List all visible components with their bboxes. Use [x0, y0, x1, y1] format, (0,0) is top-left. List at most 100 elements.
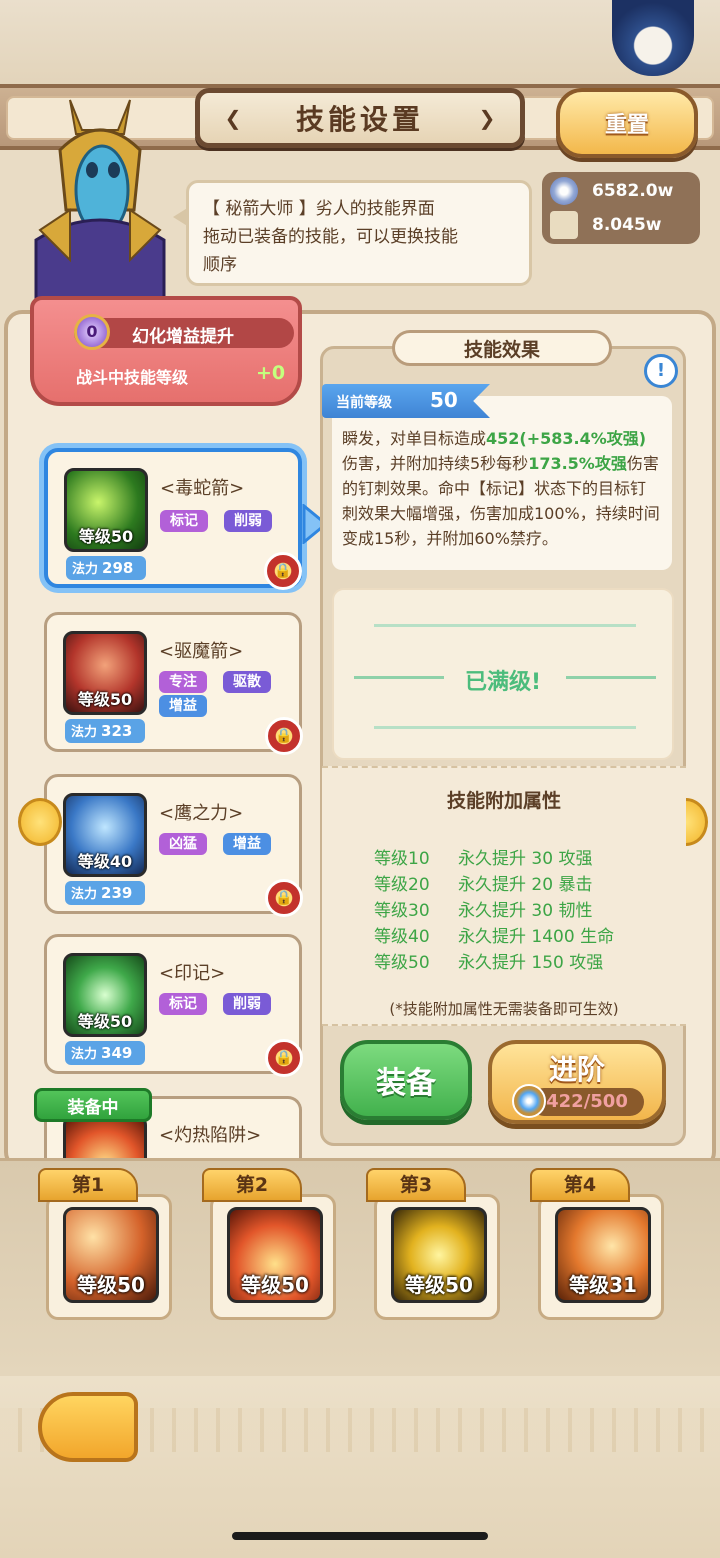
mark-icon: 等级50	[63, 953, 147, 1037]
skill-tag: 削弱	[223, 993, 271, 1015]
skill-name: <印记>	[159, 963, 226, 984]
equip-button[interactable]: 装备	[340, 1040, 472, 1120]
attribute-row: 等级20 永久提升 20 暴击	[374, 870, 674, 896]
slot-level: 等级50	[241, 1273, 309, 1297]
lock-icon[interactable]: 🔒	[265, 717, 303, 755]
hero-character-icon	[34, 99, 166, 300]
slot-skill-icon: 等级31	[555, 1207, 651, 1303]
slot-skill-icon: 等级50	[391, 1207, 487, 1303]
current-level-ribbon: 当前等级 50	[322, 384, 490, 418]
page-title: 技能设置	[295, 103, 424, 136]
attribute-level: 等级40	[374, 927, 430, 947]
max-level-text: 已满级!	[464, 670, 542, 695]
buff-banner[interactable]: 0 幻化增益提升 战斗中技能等级 +0	[30, 296, 302, 406]
slot-skill-icon: 等级50	[63, 1207, 159, 1303]
attribute-level: 等级10	[374, 849, 430, 869]
advance-button[interactable]: 进阶 422/500	[488, 1040, 666, 1124]
equip-label: 装备	[376, 1066, 436, 1101]
slot-level: 等级50	[77, 1273, 145, 1297]
advance-gem-icon	[512, 1084, 546, 1118]
skill-tag: 标记	[160, 510, 208, 532]
current-level-value: 50	[430, 388, 458, 412]
info-icon[interactable]: !	[644, 354, 678, 388]
skill-card-exorcism-arrow[interactable]: 等级50 法力 323 <驱魔箭> 专注 驱散 增益 🔒	[44, 612, 303, 755]
skill-level: 等级50	[77, 1012, 133, 1031]
skill-name: <驱魔箭>	[159, 641, 244, 662]
mana-value: 349	[101, 1044, 133, 1062]
attribute-level: 等级30	[374, 901, 430, 921]
skill-level: 等级40	[77, 852, 133, 871]
fish-bone-icon[interactable]	[38, 1392, 138, 1462]
slot-tab: 第1	[38, 1168, 138, 1202]
lock-icon[interactable]: 🔒	[265, 1039, 303, 1077]
speech-line-2: 拖动已装备的技能，可以更换技能	[203, 227, 458, 247]
attribute-row: 等级10 永久提升 30 攻强	[374, 844, 674, 870]
effect-header: 技能效果	[392, 330, 612, 366]
poison-arrow-icon: 等级50	[64, 468, 148, 552]
slot-frame: 等级50	[46, 1194, 172, 1320]
equipped-slot-4[interactable]: 等级31 第4	[530, 1168, 672, 1328]
equipped-slot-1[interactable]: 等级50 第1	[38, 1168, 180, 1328]
skill-tag: 增益	[159, 695, 207, 717]
eagle-power-icon: 等级40	[63, 793, 147, 877]
attribute-bonus: 永久提升 150 攻强	[458, 953, 604, 973]
buff-badge: 0	[74, 314, 110, 350]
attribute-level: 等级20	[374, 875, 430, 895]
home-indicator[interactable]	[232, 1532, 488, 1540]
skill-tag: 凶猛	[159, 833, 207, 855]
mana-label: 法力	[71, 1047, 98, 1062]
mana-badge: 法力 323	[65, 719, 145, 743]
skill-name: <鹰之力>	[159, 803, 244, 824]
buff-bonus: +0	[256, 362, 286, 384]
attribute-row: 等级40 永久提升 1400 生命	[374, 922, 674, 948]
mana-badge: 法力 239	[65, 881, 145, 905]
desc-text-2: 伤害，并附加持续5秒每秒	[342, 454, 529, 473]
advance-cost: 422/500	[530, 1088, 644, 1116]
coin-amount: 6582.0w	[592, 181, 674, 201]
reset-label: 重置	[604, 113, 649, 138]
mana-label: 法力	[71, 725, 98, 740]
slot-level: 等级50	[405, 1273, 473, 1297]
skill-card-poison-arrow[interactable]: 等级50 法力 298 <毒蛇箭> 标记 削弱 🔒	[44, 448, 302, 590]
equipped-flag: 装备中	[34, 1088, 152, 1122]
scroll-icon	[550, 211, 578, 239]
currency-panel: 6582.0w 8.045w	[542, 172, 700, 244]
equipped-slot-2[interactable]: 等级50 第2	[202, 1168, 344, 1328]
attribute-row: 等级50 永久提升 150 攻强	[374, 948, 674, 974]
mana-value: 323	[101, 722, 133, 740]
scroll-amount: 8.045w	[592, 215, 662, 235]
skill-name: <灼热陷阱>	[159, 1125, 262, 1146]
skill-name: <毒蛇箭>	[160, 478, 245, 499]
skill-tag: 增益	[223, 833, 271, 855]
speech-line-1: 【 秘箭大师 】劣人的技能界面	[203, 199, 435, 219]
slot-tab: 第3	[366, 1168, 466, 1202]
scroll-row: 8.045w	[550, 210, 698, 240]
mana-badge: 法力 349	[65, 1041, 145, 1065]
mana-value: 239	[101, 884, 133, 902]
buff-subtitle: 战斗中技能等级	[76, 368, 189, 387]
reset-button[interactable]: 重置	[556, 88, 698, 158]
mana-label: 法力	[71, 887, 98, 902]
player-avatar[interactable]	[612, 0, 694, 76]
advance-label: 进阶	[548, 1053, 605, 1086]
title-right-ornament-icon: ❯	[478, 106, 496, 130]
bottom-ornament-line	[374, 726, 636, 729]
skill-card-mark[interactable]: 等级50 法力 349 <印记> 标记 削弱 🔒	[44, 934, 303, 1077]
equipped-slot-3[interactable]: 等级50 第3	[366, 1168, 508, 1328]
skill-card-eagle-power[interactable]: 等级40 法力 239 <鹰之力> 凶猛 增益 🔒	[44, 774, 303, 917]
desc-text-1: 瞬发，对单目标造成	[342, 429, 487, 448]
desc-dot-value: 173.5%攻强	[528, 454, 627, 473]
speech-bubble: 【 秘箭大师 】劣人的技能界面 拖动已装备的技能，可以更换技能 顺序	[173, 180, 532, 286]
attribute-bonus: 永久提升 30 攻强	[458, 849, 593, 869]
mana-label: 法力	[72, 562, 99, 577]
skill-description: 瞬发，对单目标造成452(+583.4%攻强) 伤害，并附加持续5秒每秒173.5…	[332, 396, 672, 570]
lock-icon[interactable]: 🔒	[265, 879, 303, 917]
slot-tab: 第2	[202, 1168, 302, 1202]
mana-badge: 法力 298	[66, 556, 146, 580]
current-level-label: 当前等级	[336, 395, 392, 411]
mana-value: 298	[102, 559, 134, 577]
lock-icon[interactable]: 🔒	[264, 552, 302, 590]
prev-arrow-icon[interactable]	[18, 798, 62, 846]
skill-tag: 专注	[159, 671, 207, 693]
attribute-title: 技能附加属性	[446, 790, 561, 812]
